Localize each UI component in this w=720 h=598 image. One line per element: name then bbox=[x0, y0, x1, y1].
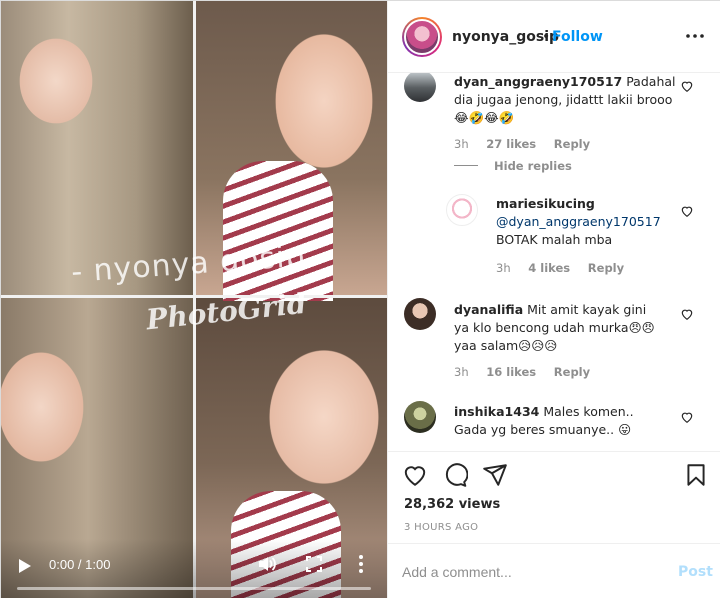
comment-time: 3h bbox=[454, 137, 469, 151]
comment-body: BOTAK malah mba bbox=[496, 232, 613, 247]
follow-button[interactable]: Follow bbox=[552, 29, 603, 45]
comment-time: 3h bbox=[496, 261, 511, 275]
striped-shirt bbox=[223, 161, 333, 301]
save-bookmark-icon[interactable] bbox=[683, 462, 709, 488]
view-count[interactable]: 28,362 views bbox=[404, 497, 500, 512]
comment-time: 3h bbox=[454, 365, 469, 379]
comment-username[interactable]: inshika1434 bbox=[454, 404, 539, 419]
comment-username[interactable]: mariesikucing bbox=[496, 196, 595, 211]
post-details-panel: nyonya_gosip • Follow dyan_anggraeny1705… bbox=[387, 1, 720, 598]
post-comment-button[interactable]: Post bbox=[678, 564, 713, 580]
more-vertical-icon[interactable] bbox=[353, 553, 369, 575]
post-header: nyonya_gosip • Follow bbox=[388, 1, 720, 73]
comment-meta: 3h 4 likes Reply bbox=[496, 261, 638, 275]
add-comment-bar: Post bbox=[388, 543, 720, 598]
post-actions: 28,362 views 3 HOURS AGO bbox=[388, 451, 720, 543]
volume-icon[interactable] bbox=[257, 554, 277, 574]
video-time: 0:00 / 1:00 bbox=[49, 557, 111, 572]
avatar[interactable] bbox=[404, 298, 436, 330]
add-comment-input[interactable] bbox=[402, 562, 662, 582]
avatar[interactable] bbox=[402, 17, 442, 57]
comment-text: inshika1434 Males komen.. Gada yg beres … bbox=[454, 403, 668, 439]
reply-button[interactable]: Reply bbox=[588, 261, 624, 275]
comment-text: dyan_anggraeny170517 Padahal dia jugaa j… bbox=[454, 73, 684, 127]
avatar[interactable] bbox=[446, 194, 478, 226]
like-icon[interactable] bbox=[402, 462, 428, 488]
comment-meta: 3h 27 likes Reply bbox=[454, 137, 604, 151]
post-timestamp[interactable]: 3 HOURS AGO bbox=[404, 522, 478, 533]
avatar[interactable] bbox=[404, 73, 436, 102]
play-icon[interactable] bbox=[19, 559, 31, 573]
comment-meta: 3h 16 likes Reply bbox=[454, 365, 604, 379]
separator-dot: • bbox=[542, 29, 551, 45]
reply-button[interactable]: Reply bbox=[554, 137, 590, 151]
hide-replies-button[interactable]: Hide replies bbox=[494, 159, 572, 173]
comment-username[interactable]: dyan_anggraeny170517 bbox=[454, 74, 622, 89]
comment-mention[interactable]: @dyan_anggraeny170517 bbox=[496, 214, 661, 229]
comment-username[interactable]: dyanalifia bbox=[454, 302, 523, 317]
avatar-image bbox=[404, 19, 440, 55]
video-player[interactable]: - nyonya gosip - PhotoGrid 0:00 / 1:00 bbox=[1, 1, 387, 598]
comment-text: mariesikucing @dyan_anggraeny170517 BOTA… bbox=[496, 195, 676, 249]
reply-button[interactable]: Reply bbox=[554, 365, 590, 379]
fullscreen-icon[interactable] bbox=[305, 555, 323, 573]
avatar[interactable] bbox=[404, 401, 436, 433]
comments-list[interactable]: dyan_anggraeny170517 Padahal dia jugaa j… bbox=[388, 73, 720, 451]
like-comment-icon[interactable] bbox=[680, 79, 694, 93]
video-controls: 0:00 / 1:00 bbox=[1, 539, 387, 598]
comment-likes[interactable]: 16 likes bbox=[486, 365, 536, 379]
video-progress-bar[interactable] bbox=[17, 587, 371, 590]
like-comment-icon[interactable] bbox=[680, 307, 694, 321]
like-comment-icon[interactable] bbox=[680, 204, 694, 218]
instagram-post-modal: - nyonya gosip - PhotoGrid 0:00 / 1:00 n… bbox=[0, 0, 720, 598]
share-icon[interactable] bbox=[482, 462, 508, 488]
comment-text: dyanalifia Mit amit kayak gini ya klo be… bbox=[454, 301, 664, 355]
like-comment-icon[interactable] bbox=[680, 410, 694, 424]
comment-likes[interactable]: 4 likes bbox=[528, 261, 570, 275]
comment-icon[interactable] bbox=[442, 462, 468, 488]
comment-likes[interactable]: 27 likes bbox=[486, 137, 536, 151]
more-options-icon[interactable] bbox=[684, 27, 706, 45]
hide-replies-line bbox=[454, 165, 478, 166]
